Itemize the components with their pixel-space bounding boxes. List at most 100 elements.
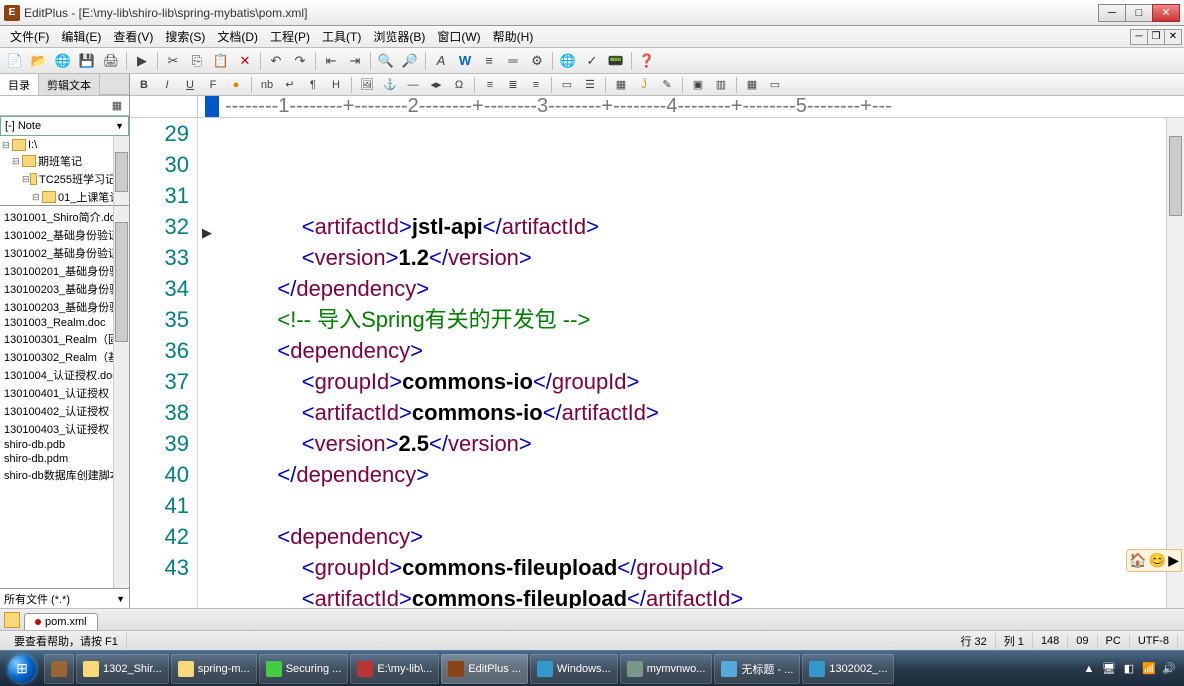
- file-item[interactable]: 130100301_Realm（固定: [2, 330, 127, 348]
- help-button[interactable]: ❓: [636, 50, 658, 72]
- emoji-overlay[interactable]: 🏠 😊 ▶: [1126, 549, 1182, 572]
- file-list[interactable]: 1301001_Shiro简介.doc1301002_基础身份验证（130100…: [0, 206, 129, 588]
- menu-file[interactable]: 文件(F): [4, 26, 55, 47]
- file-item[interactable]: 130100302_Realm（基于: [2, 348, 127, 366]
- menu-document[interactable]: 文档(D): [211, 26, 264, 47]
- file-item[interactable]: 1301004_认证授权.doc: [2, 366, 127, 384]
- taskbar-item[interactable]: 无标题 - ...: [714, 654, 800, 684]
- menu-tools[interactable]: 工具(T): [316, 26, 367, 47]
- taskbar-item[interactable]: mymvnwo...: [620, 654, 713, 684]
- ruler-button[interactable]: ═: [502, 50, 524, 72]
- code-line[interactable]: </dependency>: [204, 273, 1184, 304]
- settings-button[interactable]: ⚙: [526, 50, 548, 72]
- taskbar-item[interactable]: Windows...: [530, 654, 618, 684]
- tray-monitor-icon[interactable]: 🖥: [1102, 662, 1116, 676]
- folder-icon[interactable]: [4, 612, 20, 628]
- indent-right-button[interactable]: ⇥: [344, 50, 366, 72]
- file-item[interactable]: 1301002_基础身份验证（: [2, 226, 127, 244]
- mdi-minimize-button[interactable]: ─: [1130, 29, 1148, 45]
- panel-tool-icon[interactable]: ▦: [107, 97, 127, 115]
- file-item[interactable]: 130100403_认证授权（粗: [2, 420, 127, 438]
- pinned-app[interactable]: [44, 654, 74, 684]
- anchor-button[interactable]: ⚓: [380, 76, 400, 94]
- code-body[interactable]: ▶ <artifactId>jstl-api</artifactId> <ver…: [198, 118, 1184, 608]
- code-line[interactable]: <groupId>commons-fileupload</groupId>: [204, 552, 1184, 583]
- tray-up-icon[interactable]: ▲: [1082, 662, 1096, 676]
- minimize-button[interactable]: ─: [1098, 4, 1126, 22]
- table-button[interactable]: ▦: [611, 76, 631, 94]
- bold-button[interactable]: B: [134, 76, 154, 94]
- menu-view[interactable]: 查看(V): [107, 26, 159, 47]
- file-item[interactable]: 130100402_认证授权（粗: [2, 402, 127, 420]
- script-button[interactable]: Ĵ: [634, 76, 654, 94]
- tree-node[interactable]: 01_上课笔记: [58, 189, 120, 205]
- code-line[interactable]: <version>2.5</version>: [204, 428, 1184, 459]
- div-button[interactable]: ▦: [742, 76, 762, 94]
- mdi-close-button[interactable]: ✕: [1164, 29, 1182, 45]
- start-button[interactable]: [2, 653, 42, 685]
- redo-button[interactable]: ↷: [289, 50, 311, 72]
- copy-button[interactable]: ⎘: [186, 50, 208, 72]
- tray-app-icon[interactable]: ◧: [1122, 662, 1136, 676]
- center-align-button[interactable]: ≣: [503, 76, 523, 94]
- document-tab[interactable]: pom.xml: [24, 613, 98, 630]
- arrow-icon[interactable]: ▶: [1168, 552, 1179, 569]
- spellcheck-button[interactable]: ✓: [581, 50, 603, 72]
- code-line[interactable]: </dependency>: [204, 459, 1184, 490]
- css-button[interactable]: ✎: [657, 76, 677, 94]
- form-button[interactable]: ▭: [557, 76, 577, 94]
- calculator-button[interactable]: 📟: [605, 50, 627, 72]
- file-item[interactable]: shiro-db.pdb: [2, 438, 127, 452]
- code-line[interactable]: [204, 490, 1184, 521]
- frame-button[interactable]: ▥: [711, 76, 731, 94]
- menu-window[interactable]: 窗口(W): [431, 26, 486, 47]
- url-button[interactable]: 🌐: [52, 50, 74, 72]
- find-next-button[interactable]: 🔎: [399, 50, 421, 72]
- tray-volume-icon[interactable]: 🔊: [1162, 662, 1176, 676]
- paste-button[interactable]: 📋: [210, 50, 232, 72]
- editor-scrollbar[interactable]: [1166, 118, 1184, 608]
- hr-button[interactable]: —: [403, 76, 423, 94]
- filelist-scrollbar[interactable]: [113, 206, 129, 588]
- menu-help[interactable]: 帮助(H): [487, 26, 540, 47]
- code-line[interactable]: <artifactId>jstl-api</artifactId>: [204, 211, 1184, 242]
- code-line[interactable]: <!-- 导入Spring有关的开发包 -->: [204, 304, 1184, 335]
- break-button[interactable]: ↵: [280, 76, 300, 94]
- taskbar-item[interactable]: spring-m...: [171, 654, 257, 684]
- tree-scrollbar[interactable]: [113, 136, 129, 205]
- code-line[interactable]: <artifactId>commons-io</artifactId>: [204, 397, 1184, 428]
- undo-button[interactable]: ↶: [265, 50, 287, 72]
- taskbar-item[interactable]: 1302002_...: [802, 654, 894, 684]
- file-item[interactable]: 1301001_Shiro简介.doc: [2, 208, 127, 226]
- tree-node[interactable]: I:\: [28, 139, 37, 151]
- image-button[interactable]: 🖼: [357, 76, 377, 94]
- code-line[interactable]: <dependency>: [204, 521, 1184, 552]
- underline-button[interactable]: U: [180, 76, 200, 94]
- menu-edit[interactable]: 编辑(E): [55, 26, 107, 47]
- cliptext-tab[interactable]: 剪辑文本: [39, 74, 100, 95]
- taskbar-item[interactable]: E:\my-lib\...: [350, 654, 439, 684]
- mdi-restore-button[interactable]: ❐: [1147, 29, 1165, 45]
- file-item[interactable]: 130100203_基础身份验证: [2, 298, 127, 316]
- font-face-button[interactable]: F: [203, 76, 223, 94]
- drive-selector[interactable]: [-] Note ▼: [0, 116, 129, 136]
- smile-icon[interactable]: 😊: [1149, 552, 1166, 569]
- file-item[interactable]: 130100201_基础身份验证: [2, 262, 127, 280]
- word-wrap-button[interactable]: W: [454, 50, 476, 72]
- print-button[interactable]: 🖨: [100, 50, 122, 72]
- span-button[interactable]: ▭: [765, 76, 785, 94]
- home-icon[interactable]: 🏠: [1129, 552, 1146, 569]
- font-button[interactable]: A: [430, 50, 452, 72]
- file-item[interactable]: 1301002_基础身份验证.: [2, 244, 127, 262]
- nbsp-button[interactable]: nb: [257, 76, 277, 94]
- left-align-button[interactable]: ≡: [480, 76, 500, 94]
- code-editor[interactable]: 293031323334353637383940414243 ▶ <artifa…: [130, 118, 1184, 608]
- find-button[interactable]: 🔍: [375, 50, 397, 72]
- folder-tree[interactable]: ⊟I:\ ⊟期班笔记 ⊟TC255班学习记录 ⊟01_上课笔记 ⊟1301_Sh…: [0, 136, 129, 206]
- paragraph-button[interactable]: ¶: [303, 76, 323, 94]
- heading-button[interactable]: H: [326, 76, 346, 94]
- menu-browser[interactable]: 浏览器(B): [367, 26, 431, 47]
- directory-tab[interactable]: 目录: [0, 74, 39, 95]
- line-number-button[interactable]: ≡: [478, 50, 500, 72]
- taskbar-item[interactable]: 1302_Shir...: [76, 654, 169, 684]
